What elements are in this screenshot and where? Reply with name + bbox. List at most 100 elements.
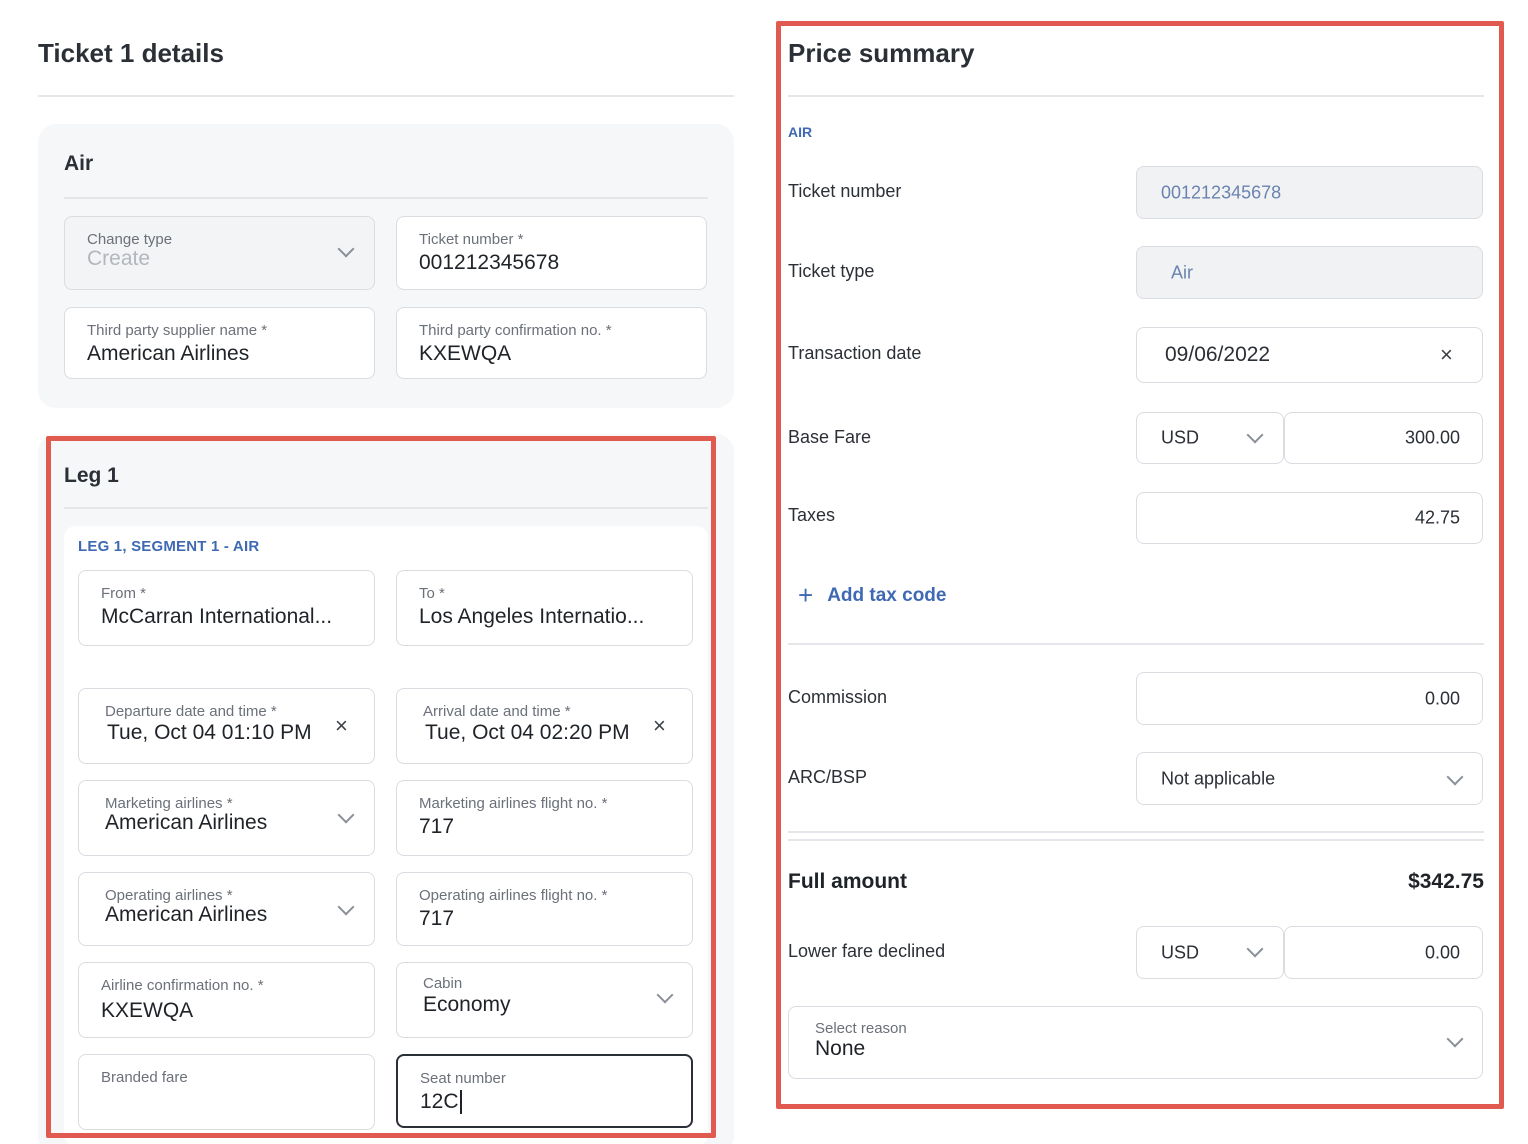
base-fare-amount-field[interactable]: 300.00 [1284, 412, 1483, 464]
ps-ticket-type-value: Air [1171, 262, 1193, 282]
ticket-number-value: 001212345678 [419, 251, 560, 274]
ticket-number-field[interactable]: Ticket number * 001212345678 [396, 216, 707, 290]
lower-fare-label: Lower fare declined [788, 941, 946, 961]
operating-airline-select[interactable]: Operating airlines * American Airlines [78, 872, 375, 946]
add-tax-code-label: Add tax code [827, 584, 947, 606]
select-reason-select[interactable]: Select reason None [788, 1006, 1483, 1079]
operating-flight-value: 717 [419, 907, 455, 930]
commission-label: Commission [788, 687, 888, 707]
segment-label: LEG 1, SEGMENT 1 - AIR [78, 538, 260, 555]
select-reason-value: None [815, 1037, 866, 1060]
seat-number-value: 12C [420, 1090, 462, 1114]
divider [64, 197, 708, 199]
marketing-airline-select[interactable]: Marketing airlines * American Airlines [78, 780, 375, 856]
divider [788, 643, 1484, 645]
marketing-flight-field[interactable]: Marketing airlines flight no. * 717 [396, 780, 693, 856]
clear-icon[interactable]: × [335, 715, 348, 737]
plus-icon: + [798, 580, 814, 610]
arc-bsp-select[interactable]: Not applicable [1136, 752, 1483, 805]
change-type-select[interactable]: Change type Create [64, 216, 375, 290]
from-label: From * [101, 585, 146, 602]
divider [788, 831, 1484, 833]
clear-icon[interactable]: × [653, 715, 666, 737]
base-fare-currency-select[interactable]: USD [1136, 412, 1284, 464]
divider [38, 95, 734, 97]
airline-confirmation-label: Airline confirmation no. * [101, 977, 264, 994]
arc-bsp-value: Not applicable [1161, 768, 1276, 788]
base-fare-amount-value: 300.00 [1404, 427, 1460, 448]
taxes-label: Taxes [788, 505, 836, 525]
transaction-date-value: 09/06/2022 [1165, 343, 1271, 366]
confirmation-no-label: Third party confirmation no. * [419, 322, 612, 339]
marketing-airline-value: American Airlines [105, 811, 268, 834]
lower-fare-currency-select[interactable]: USD [1136, 926, 1284, 979]
divider [788, 95, 1484, 97]
supplier-name-value: American Airlines [87, 342, 250, 365]
ticket-details-title: Ticket 1 details [38, 38, 224, 68]
cabin-value: Economy [423, 993, 511, 1016]
price-summary-title: Price summary [788, 38, 975, 68]
seat-number-label: Seat number [420, 1070, 506, 1087]
branded-fare-field[interactable]: Branded fare [78, 1054, 375, 1130]
airline-confirmation-value: KXEWQA [101, 999, 194, 1022]
confirmation-no-field[interactable]: Third party confirmation no. * KXEWQA [396, 307, 707, 379]
taxes-value: 42.75 [1414, 507, 1460, 528]
chevron-down-icon [1246, 940, 1264, 958]
supplier-name-label: Third party supplier name * [87, 322, 268, 339]
transaction-date-label: Transaction date [788, 343, 922, 363]
commission-value: 0.00 [1424, 688, 1460, 708]
cabin-label: Cabin [423, 975, 463, 992]
add-tax-code-button[interactable]: + Add tax code [798, 580, 947, 611]
confirmation-no-value: KXEWQA [419, 342, 512, 365]
operating-airline-label: Operating airlines * [105, 887, 233, 904]
to-field[interactable]: To * Los Angeles Internatio... [396, 570, 693, 646]
change-type-label: Change type [87, 231, 173, 248]
chevron-down-icon [337, 898, 355, 916]
departure-value: Tue, Oct 04 01:10 PM [107, 721, 312, 744]
seat-number-field[interactable]: Seat number 12C [396, 1054, 693, 1128]
marketing-airline-label: Marketing airlines * [105, 795, 233, 812]
departure-field[interactable]: Departure date and time * Tue, Oct 04 01… [78, 688, 375, 764]
full-amount-value: $342.75 [1408, 870, 1484, 893]
cabin-select[interactable]: Cabin Economy [396, 962, 693, 1038]
branded-fare-label: Branded fare [101, 1069, 188, 1086]
commission-field[interactable]: 0.00 [1136, 672, 1483, 725]
ps-ticket-number-field: 001212345678 [1136, 166, 1483, 219]
transaction-date-field[interactable]: 09/06/2022 × [1136, 327, 1483, 383]
change-type-value: Create [87, 247, 151, 270]
ps-ticket-type-label: Ticket type [788, 261, 875, 281]
chevron-down-icon [1446, 768, 1464, 786]
ps-ticket-number-value: 001212345678 [1161, 182, 1282, 202]
arrival-field[interactable]: Arrival date and time * Tue, Oct 04 02:2… [396, 688, 693, 764]
to-label: To * [419, 585, 445, 602]
air-tag: AIR [788, 124, 813, 140]
full-amount-label: Full amount [788, 870, 907, 893]
base-fare-label: Base Fare [788, 427, 872, 447]
supplier-name-field[interactable]: Third party supplier name * American Air… [64, 307, 375, 379]
taxes-field[interactable]: 42.75 [1136, 492, 1483, 544]
chevron-down-icon [337, 806, 355, 824]
divider [788, 839, 1484, 841]
divider [64, 507, 708, 509]
operating-flight-label: Operating airlines flight no. * [419, 887, 608, 904]
lower-fare-amount-field[interactable]: 0.00 [1284, 926, 1483, 979]
ticket-number-label: Ticket number * [419, 231, 524, 248]
airline-confirmation-field[interactable]: Airline confirmation no. * KXEWQA [78, 962, 375, 1038]
operating-flight-field[interactable]: Operating airlines flight no. * 717 [396, 872, 693, 946]
arrival-label: Arrival date and time * [423, 703, 571, 720]
to-value: Los Angeles Internatio... [419, 605, 645, 628]
arc-bsp-label: ARC/BSP [788, 767, 868, 787]
chevron-down-icon [337, 240, 355, 258]
chevron-down-icon [656, 986, 674, 1004]
ps-ticket-number-label: Ticket number [788, 181, 902, 201]
arrival-value: Tue, Oct 04 02:20 PM [425, 721, 630, 744]
clear-icon[interactable]: × [1440, 344, 1453, 366]
departure-label: Departure date and time * [105, 703, 277, 720]
ps-ticket-type-field: Air [1136, 246, 1483, 299]
lower-fare-currency-value: USD [1161, 942, 1200, 962]
from-field[interactable]: From * McCarran International... [78, 570, 375, 646]
leg-title: Leg 1 [64, 464, 119, 487]
marketing-flight-label: Marketing airlines flight no. * [419, 795, 608, 812]
chevron-down-icon [1446, 1030, 1464, 1048]
base-fare-currency-value: USD [1161, 427, 1200, 448]
